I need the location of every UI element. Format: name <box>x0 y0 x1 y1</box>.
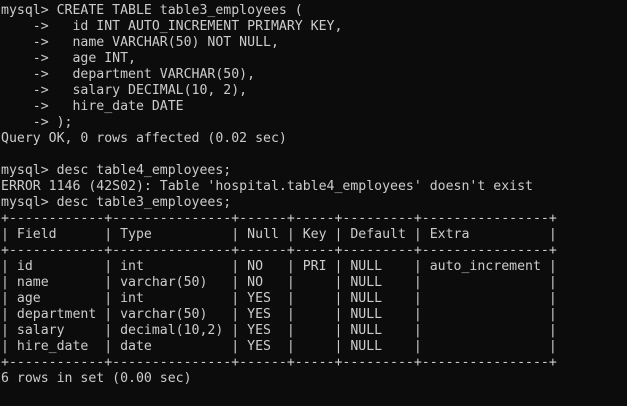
table-row: | age | int | YES | | NULL | | <box>1 291 557 306</box>
column-def-salary: -> salary DECIMAL(10, 2), <box>1 83 248 98</box>
create-table-end: -> ); <box>1 115 73 130</box>
terminal-window[interactable]: mysql> CREATE TABLE table3_employees ( -… <box>0 0 627 406</box>
desc-table3-prompt: mysql> desc table3_employees; <box>1 195 232 210</box>
column-def-name: -> name VARCHAR(50) NOT NULL, <box>1 35 279 50</box>
table-row: | salary | decimal(10,2) | YES | | NULL … <box>1 323 557 338</box>
column-def-id: -> id INT AUTO_INCREMENT PRIMARY KEY, <box>1 19 343 34</box>
table-row: | name | varchar(50) | NO | | NULL | | <box>1 275 557 290</box>
query-ok-message: Query OK, 0 rows affected (0.02 sec) <box>1 131 287 146</box>
error-message: ERROR 1146 (42S02): Table 'hospital.tabl… <box>1 179 533 194</box>
table-row: | department | varchar(50) | YES | | NUL… <box>1 307 557 322</box>
table-header-row: | Field | Type | Null | Key | Default | … <box>1 227 557 242</box>
table-header-divider: +------------+---------------+------+---… <box>1 243 557 258</box>
desc-table4-prompt: mysql> desc table4_employees; <box>1 163 232 178</box>
column-def-department: -> department VARCHAR(50), <box>1 67 256 82</box>
create-table-prompt: mysql> CREATE TABLE table3_employees ( <box>1 3 303 18</box>
table-border-top: +------------+---------------+------+---… <box>1 211 557 226</box>
column-def-hire-date: -> hire_date DATE <box>1 99 184 114</box>
table-border-bottom: +------------+---------------+------+---… <box>1 355 557 370</box>
table-row: | hire_date | date | YES | | NULL | | <box>1 339 557 354</box>
table-row: | id | int | NO | PRI | NULL | auto_incr… <box>1 259 557 274</box>
rows-in-set-message: 6 rows in set (0.00 sec) <box>1 371 192 386</box>
column-def-age: -> age INT, <box>1 51 136 66</box>
